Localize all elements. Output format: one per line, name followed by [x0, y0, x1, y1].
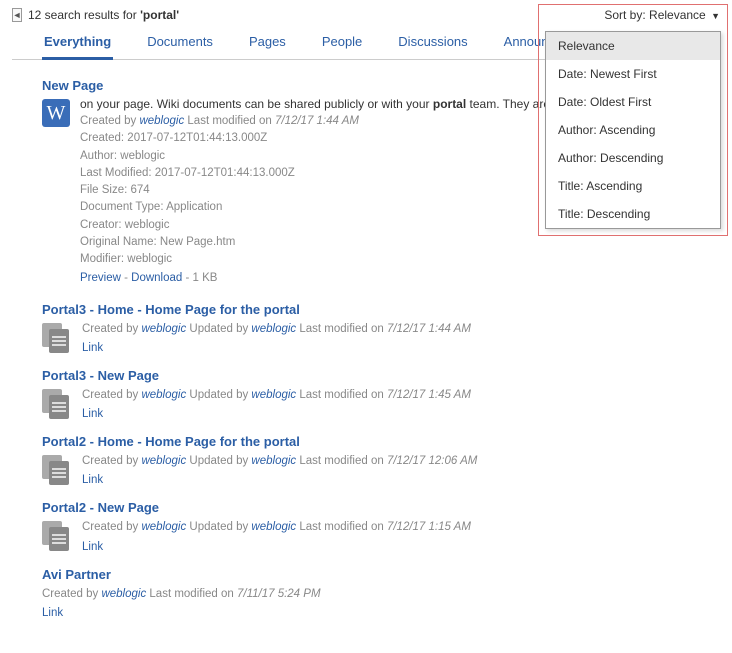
- result-title-link[interactable]: Portal2 - New Page: [42, 500, 720, 515]
- result-meta: Created by weblogic Last modified on 7/1…: [80, 113, 596, 130]
- sort-dropdown-highlight: Relevance Date: Newest First Date: Oldes…: [538, 4, 728, 236]
- sort-option-author-desc[interactable]: Author: Descending: [546, 144, 720, 172]
- tab-pages[interactable]: Pages: [247, 28, 288, 59]
- tab-discussions[interactable]: Discussions: [396, 28, 469, 59]
- result-item: Avi Partner Created by weblogic Last mod…: [12, 567, 720, 619]
- detail-creator: Creator: weblogic: [80, 217, 596, 234]
- back-arrow-icon[interactable]: ◄: [12, 8, 22, 22]
- sort-option-author-asc[interactable]: Author: Ascending: [546, 116, 720, 144]
- link-action[interactable]: Link: [82, 541, 103, 553]
- result-title-link[interactable]: Portal3 - New Page: [42, 368, 720, 383]
- tab-people[interactable]: People: [320, 28, 364, 59]
- result-item: Portal2 - Home - Home Page for the porta…: [12, 434, 720, 486]
- tab-everything[interactable]: Everything: [42, 28, 113, 60]
- detail-original-name: Original Name: New Page.htm: [80, 234, 596, 251]
- result-title-link[interactable]: Portal2 - Home - Home Page for the porta…: [42, 434, 720, 449]
- user-link[interactable]: weblogic: [139, 115, 184, 127]
- result-meta: Created by weblogic Updated by weblogic …: [82, 519, 471, 536]
- link-action[interactable]: Link: [82, 474, 103, 486]
- detail-author: Author: weblogic: [80, 148, 596, 165]
- user-link[interactable]: weblogic: [251, 521, 296, 533]
- detail-modifier: Modifier: weblogic: [80, 251, 596, 268]
- result-meta: Created by weblogic Updated by weblogic …: [82, 321, 471, 338]
- result-item: Portal2 - New Page Created by weblogic U…: [12, 500, 720, 552]
- file-size-text: 1 KB: [193, 272, 218, 284]
- result-item: Portal3 - New Page Created by weblogic U…: [12, 368, 720, 420]
- user-link[interactable]: weblogic: [141, 323, 186, 335]
- result-item: Portal3 - Home - Home Page for the porta…: [12, 302, 720, 354]
- user-link[interactable]: weblogic: [251, 389, 296, 401]
- sort-option-relevance[interactable]: Relevance: [546, 32, 720, 60]
- download-link[interactable]: Download: [131, 272, 182, 284]
- sort-dropdown-menu: Relevance Date: Newest First Date: Oldes…: [545, 31, 721, 229]
- result-meta: Created by weblogic Updated by weblogic …: [82, 453, 477, 470]
- result-title-link[interactable]: Avi Partner: [42, 567, 720, 582]
- sort-option-oldest[interactable]: Date: Oldest First: [546, 88, 720, 116]
- detail-last-modified: Last Modified: 2017-07-12T01:44:13.000Z: [80, 165, 596, 182]
- results-count: 12 search results for 'portal': [28, 8, 179, 22]
- sort-option-newest[interactable]: Date: Newest First: [546, 60, 720, 88]
- result-snippet: on your page. Wiki documents can be shar…: [80, 97, 596, 111]
- user-link[interactable]: weblogic: [141, 521, 186, 533]
- link-action[interactable]: Link: [42, 607, 63, 619]
- detail-file-size: File Size: 674: [80, 182, 596, 199]
- tab-documents[interactable]: Documents: [145, 28, 215, 59]
- result-title-link[interactable]: Portal3 - Home - Home Page for the porta…: [42, 302, 720, 317]
- link-action[interactable]: Link: [82, 342, 103, 354]
- result-meta: Created by weblogic Updated by weblogic …: [82, 387, 471, 404]
- document-icon: [42, 323, 72, 353]
- result-meta: Created by weblogic Last modified on 7/1…: [42, 586, 720, 603]
- user-link[interactable]: weblogic: [251, 455, 296, 467]
- user-link[interactable]: weblogic: [141, 389, 186, 401]
- document-icon: [42, 455, 72, 485]
- wiki-icon: W: [42, 99, 70, 127]
- detail-doc-type: Document Type: Application: [80, 199, 596, 216]
- document-icon: [42, 389, 72, 419]
- link-action[interactable]: Link: [82, 408, 103, 420]
- sort-option-title-desc[interactable]: Title: Descending: [546, 200, 720, 228]
- preview-link[interactable]: Preview: [80, 272, 121, 284]
- user-link[interactable]: weblogic: [101, 588, 146, 600]
- detail-created: Created: 2017-07-12T01:44:13.000Z: [80, 130, 596, 147]
- user-link[interactable]: weblogic: [141, 455, 186, 467]
- user-link[interactable]: weblogic: [251, 323, 296, 335]
- document-icon: [42, 521, 72, 551]
- sort-option-title-asc[interactable]: Title: Ascending: [546, 172, 720, 200]
